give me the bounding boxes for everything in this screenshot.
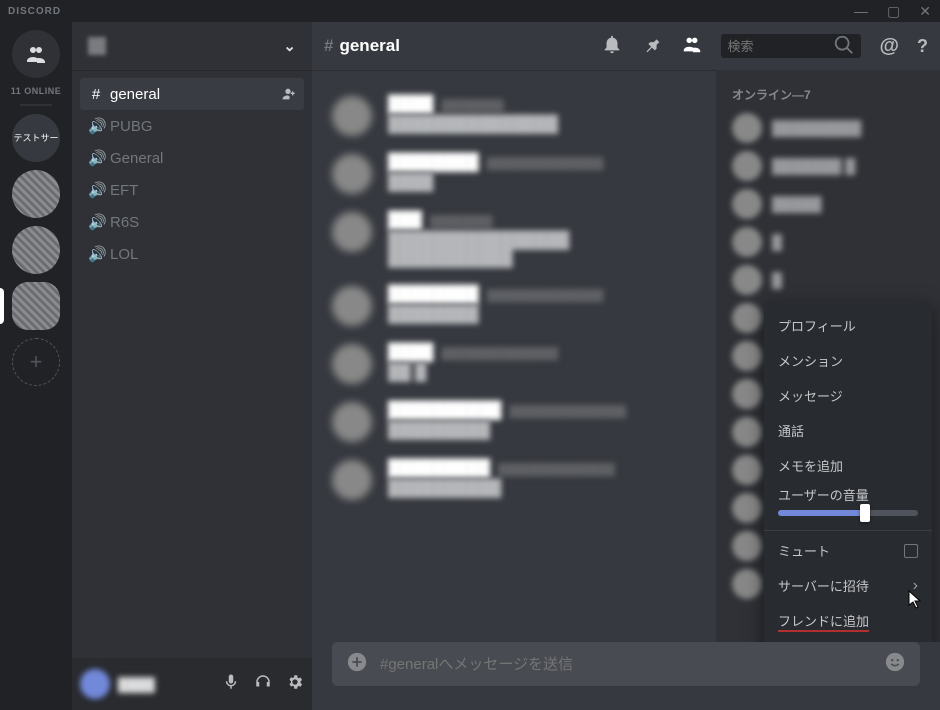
ctx-user-volume: ユーザーの音量 — [764, 483, 932, 526]
ctx-call[interactable]: 通話 — [764, 413, 932, 448]
chat-area: # general @ ? ██████████████████████████ — [312, 22, 940, 710]
mute-checkbox[interactable] — [904, 544, 918, 558]
ctx-mute[interactable]: ミュート — [764, 530, 932, 568]
ctx-mute-label: ミュート — [778, 541, 830, 560]
text-channel-general[interactable]: # general — [80, 78, 304, 110]
mute-mic-icon[interactable] — [222, 673, 240, 696]
chevron-down-icon[interactable]: ⌄ — [283, 37, 296, 55]
guild-separator — [20, 104, 52, 106]
guild-item[interactable] — [12, 170, 60, 218]
member-item[interactable]: █ — [724, 261, 932, 299]
member-item[interactable]: █ — [724, 223, 932, 261]
ctx-block[interactable]: ブロック — [764, 640, 932, 642]
notification-bell-icon[interactable] — [601, 33, 623, 60]
server-name — [88, 37, 106, 55]
add-server-button[interactable]: + — [12, 338, 60, 386]
self-avatar[interactable] — [80, 669, 110, 699]
guild-item[interactable] — [12, 226, 60, 274]
chat-header: # general @ ? — [312, 22, 940, 70]
volume-slider[interactable] — [778, 510, 918, 516]
voice-channel[interactable]: 🔊 LOL — [80, 238, 304, 270]
channel-label: EFT — [110, 182, 138, 199]
voice-channel[interactable]: 🔊 EFT — [80, 174, 304, 206]
members-icon[interactable] — [681, 33, 703, 60]
ctx-add-friend[interactable]: フレンドに追加 — [764, 603, 932, 640]
chat-message: ███████████████████████████ — [332, 154, 696, 194]
message-avatar[interactable] — [332, 212, 372, 252]
add-attachment-icon[interactable] — [346, 651, 368, 677]
pin-icon[interactable] — [641, 33, 663, 60]
chat-message: ██████████████████████████████████ — [332, 402, 696, 442]
guild-item[interactable]: テストサー — [12, 114, 60, 162]
speaker-icon: 🔊 — [88, 181, 104, 199]
user-context-menu: プロフィール メンション メッセージ 通話 メモを追加 ユーザーの音量 ミュート — [764, 302, 932, 642]
chat-message: ██████████████████████████████████████ — [332, 212, 696, 268]
message-avatar[interactable] — [332, 96, 372, 136]
voice-channel[interactable]: 🔊 PUBG — [80, 110, 304, 142]
channel-label: LOL — [110, 246, 138, 263]
message-avatar[interactable] — [332, 460, 372, 500]
message-avatar[interactable] — [332, 344, 372, 384]
server-header[interactable]: ⌄ — [72, 22, 312, 70]
message-input[interactable] — [380, 656, 872, 673]
search-box[interactable] — [721, 34, 861, 58]
volume-slider-fill — [778, 510, 865, 516]
speaker-icon: 🔊 — [88, 213, 104, 231]
help-icon[interactable]: ? — [917, 36, 928, 57]
self-user-panel: ████ — [72, 658, 312, 710]
chat-message: ██████████████████████████████████ — [332, 460, 696, 500]
message-avatar[interactable] — [332, 402, 372, 442]
window-maximize-icon[interactable]: ▢ — [887, 3, 901, 20]
hash-icon: # — [324, 36, 333, 56]
members-section-header: オンライン—7 — [724, 86, 932, 109]
speaker-icon: 🔊 — [88, 149, 104, 167]
emoji-picker-icon[interactable] — [884, 651, 906, 677]
deafen-icon[interactable] — [254, 673, 272, 696]
search-icon — [833, 34, 855, 59]
guild-item-selected[interactable] — [12, 282, 60, 330]
channel-label: General — [110, 150, 163, 167]
message-list: ███████████████████████████ ████████████… — [312, 70, 716, 642]
chat-message: ███████████████████████████████ — [332, 286, 696, 326]
ctx-mention[interactable]: メンション — [764, 343, 932, 378]
search-input[interactable] — [727, 39, 827, 54]
speaker-icon: 🔊 — [88, 117, 104, 135]
message-input-container — [332, 642, 920, 686]
ctx-message[interactable]: メッセージ — [764, 378, 932, 413]
guild-label: テストサー — [13, 133, 58, 144]
add-member-icon[interactable] — [280, 86, 296, 102]
message-avatar[interactable] — [332, 286, 372, 326]
window-close-icon[interactable]: ✕ — [919, 3, 932, 20]
channel-panel: ⌄ # general 🔊 PUBG 🔊 General 🔊 EFT 🔊 R6S 🔊 LO… — [72, 22, 312, 710]
channel-label: PUBG — [110, 118, 153, 135]
ctx-volume-label: ユーザーの音量 — [778, 485, 918, 504]
ctx-add-note[interactable]: メモを追加 — [764, 448, 932, 483]
guild-list: 11 ONLINE テストサー + — [0, 22, 72, 710]
chat-message: ███████████████████████████ — [332, 96, 696, 136]
settings-gear-icon[interactable] — [286, 673, 304, 696]
mentions-icon[interactable]: @ — [879, 35, 899, 58]
home-button[interactable] — [12, 30, 60, 78]
speaker-icon: 🔊 — [88, 245, 104, 263]
ctx-profile[interactable]: プロフィール — [764, 308, 932, 343]
ctx-invite-to-server[interactable]: サーバーに招待 — [764, 568, 932, 603]
chat-message: █████████████████████ █ — [332, 344, 696, 384]
channel-label: R6S — [110, 214, 139, 231]
member-item[interactable]: █████ — [724, 185, 932, 223]
member-item[interactable]: █████████ — [724, 109, 932, 147]
channel-label: general — [110, 86, 160, 103]
discord-wordmark: DISCORD — [8, 6, 61, 17]
self-username: ████ — [118, 677, 155, 692]
channel-title: general — [339, 36, 399, 56]
members-panel: オンライン—7 █████████ ███████ █ █████ █ █ █ … — [716, 70, 940, 642]
window-minimize-icon[interactable]: — — [854, 3, 869, 20]
online-count-label: 11 ONLINE — [11, 86, 62, 96]
member-item[interactable]: ███████ █ — [724, 147, 932, 185]
hash-icon: # — [88, 86, 104, 103]
voice-channel[interactable]: 🔊 R6S — [80, 206, 304, 238]
message-avatar[interactable] — [332, 154, 372, 194]
volume-slider-thumb[interactable] — [860, 504, 870, 522]
voice-channel[interactable]: 🔊 General — [80, 142, 304, 174]
